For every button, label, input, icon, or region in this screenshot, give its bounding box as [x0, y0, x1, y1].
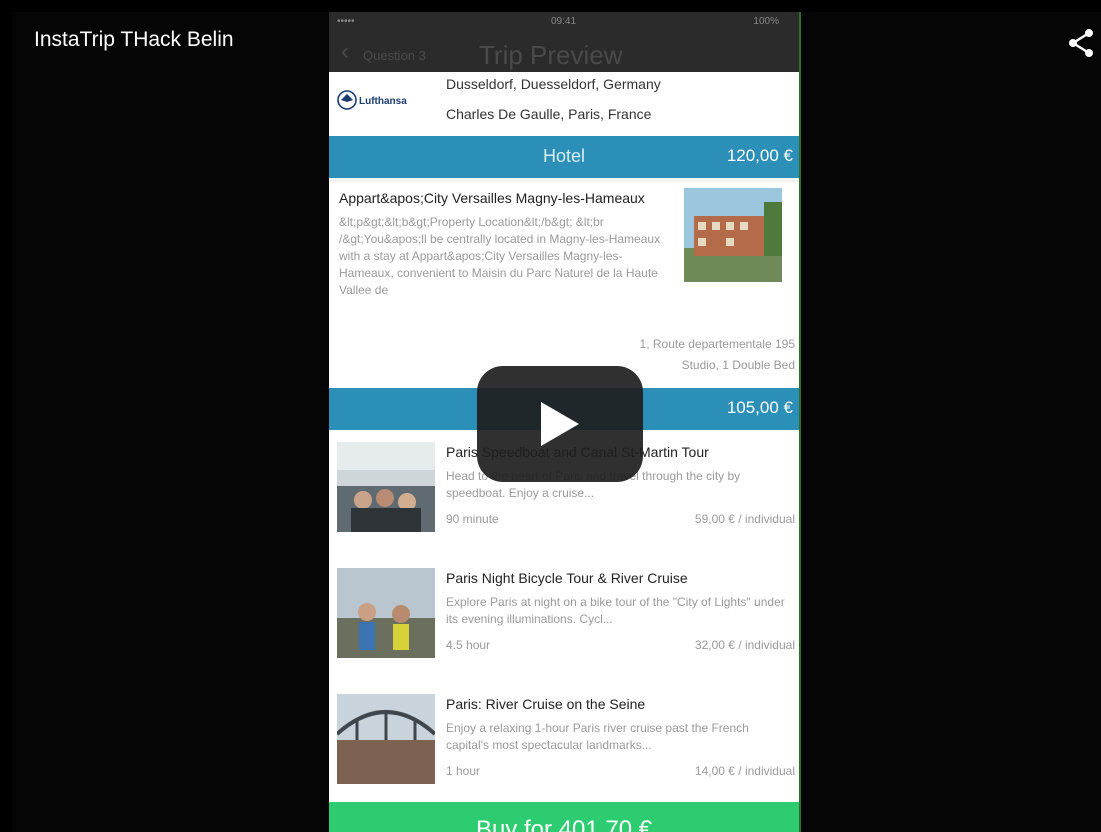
back-button[interactable]: Question 3 [363, 48, 426, 63]
buy-button[interactable]: Buy for 401,70 € [329, 802, 799, 832]
flight-destination: Charles De Gaulle, Paris, France [446, 106, 652, 122]
video-title[interactable]: InstaTrip THack Belin [34, 28, 234, 52]
tour-item[interactable]: Paris: River Cruise on the Seine Enjoy a… [329, 682, 799, 809]
tour-title: Paris: River Cruise on the Seine [446, 696, 646, 712]
tour-description: Enjoy a relaxing 1-hour Paris river crui… [446, 721, 749, 752]
play-button[interactable] [477, 366, 643, 482]
page-title: Trip Preview [479, 40, 623, 70]
play-icon [541, 402, 579, 446]
video-player[interactable]: InstaTrip THack Belin ••••• 09:41 100% ‹… [12, 12, 1101, 832]
battery-level: 100% [753, 16, 779, 27]
tour-price: 59,00 € / individual [694, 512, 795, 526]
chevron-left-icon[interactable]: ‹ [341, 38, 349, 66]
hotel-address: 1, Route departementale 195 [639, 337, 795, 351]
nav-bar: ‹ Question 3 Trip Preview [329, 32, 799, 72]
tour-photo [337, 568, 435, 658]
tour-price: 14,00 € / individual [694, 764, 795, 778]
tour-description: Explore Paris at night on a bike tour of… [446, 595, 785, 626]
airline-name: Lufthansa [359, 96, 407, 107]
lufthansa-logo: Lufthansa [337, 90, 407, 110]
share-icon[interactable] [1067, 28, 1095, 58]
flight-origin: Dusseldorf, Duesseldorf, Germany [446, 76, 661, 92]
hotel-description: &lt;p&gt;&lt;b&gt;Property Location&lt;/… [339, 215, 661, 297]
carrier-signal: ••••• [337, 16, 355, 27]
tour-duration: 1 hour [446, 764, 481, 778]
activities-section-price: 105,00 € [726, 398, 793, 417]
tour-duration: 4.5 hour [446, 638, 491, 652]
hotel-section-price: 120,00 € [726, 146, 793, 165]
status-bar: ••••• 09:41 100% [329, 12, 799, 32]
tour-price: 32,00 € / individual [694, 638, 795, 652]
status-time: 09:41 [551, 16, 577, 27]
flight-row[interactable]: Lufthansa Dusseldorf, Duesseldorf, Germa… [329, 72, 799, 136]
tour-title: Paris Night Bicycle Tour & River Cruise [446, 570, 688, 586]
hotel-card[interactable]: Appart&apos;City Versailles Magny-les-Ha… [329, 182, 799, 388]
hotel-room-type: Studio, 1 Double Bed [681, 358, 795, 372]
hotel-name: Appart&apos;City Versailles Magny-les-Ha… [339, 190, 645, 206]
hotel-photo [684, 188, 782, 282]
tour-duration: 90 minute [446, 512, 499, 526]
tour-photo [337, 694, 435, 784]
hotel-section-header: Hotel 120,00 € [329, 136, 799, 178]
tour-photo [337, 442, 435, 532]
tour-item[interactable]: Paris Night Bicycle Tour & River Cruise … [329, 556, 799, 683]
